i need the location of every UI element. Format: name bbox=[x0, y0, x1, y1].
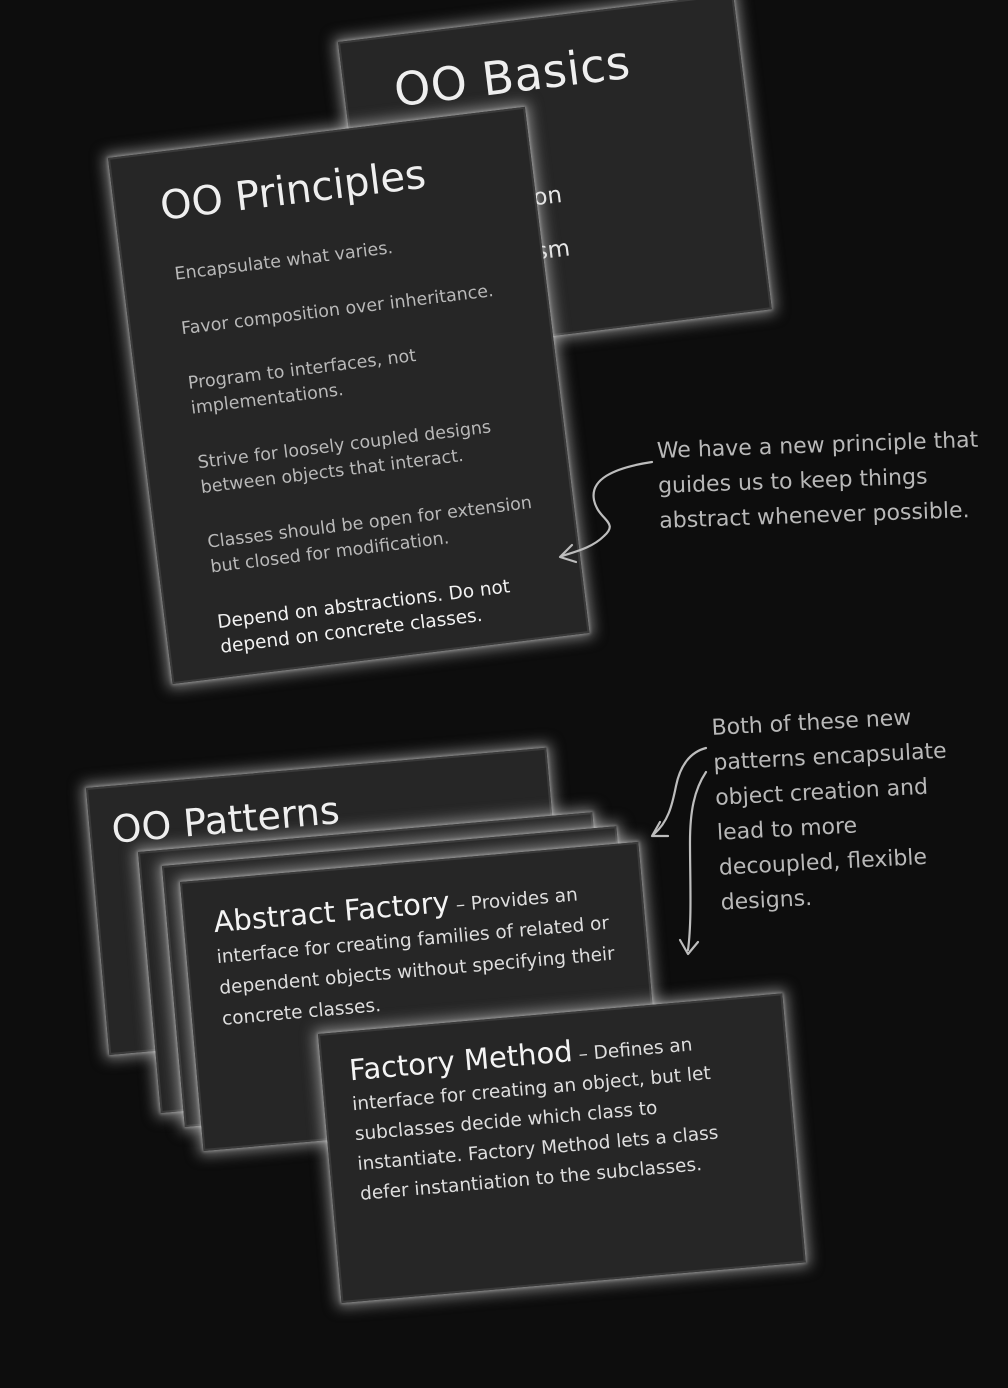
principle-item-new: Depend on abstractions. Do not depend on… bbox=[216, 576, 512, 658]
oo-basics-title: OO Basics bbox=[391, 34, 634, 118]
principle-item: Classes should be open for extension but… bbox=[206, 492, 534, 578]
principle-item: Strive for loosely coupled designs betwe… bbox=[196, 417, 493, 499]
factory-method-card: Factory Method – Defines an interface fo… bbox=[318, 993, 806, 1303]
principle-item: Encapsulate what varies. bbox=[173, 238, 395, 285]
abstract-factory-description: Abstract Factory – Provides an interface… bbox=[212, 872, 622, 1034]
oo-principles-list: Encapsulate what varies. Favor compositi… bbox=[173, 220, 573, 684]
patterns-arrow-lower bbox=[686, 770, 708, 952]
new-patterns-annotation: Both of these new patterns encapsulate o… bbox=[710, 705, 948, 916]
patterns-arrow-upper bbox=[652, 746, 708, 836]
patterns-arrow-upper-head bbox=[650, 820, 670, 838]
factory-method-description: Factory Method – Defines an interface fo… bbox=[348, 1021, 760, 1210]
principle-item: Program to interfaces, not implementatio… bbox=[186, 346, 418, 419]
new-principle-annotation: We have a new principle that guides us t… bbox=[656, 427, 979, 534]
principle-item: Favor composition over inheritance. bbox=[180, 281, 495, 340]
oo-principles-card: OO Principles Encapsulate what varies. F… bbox=[108, 106, 590, 685]
oo-principles-title: OO Principles bbox=[157, 151, 429, 230]
patterns-arrow-lower-head bbox=[678, 938, 700, 956]
